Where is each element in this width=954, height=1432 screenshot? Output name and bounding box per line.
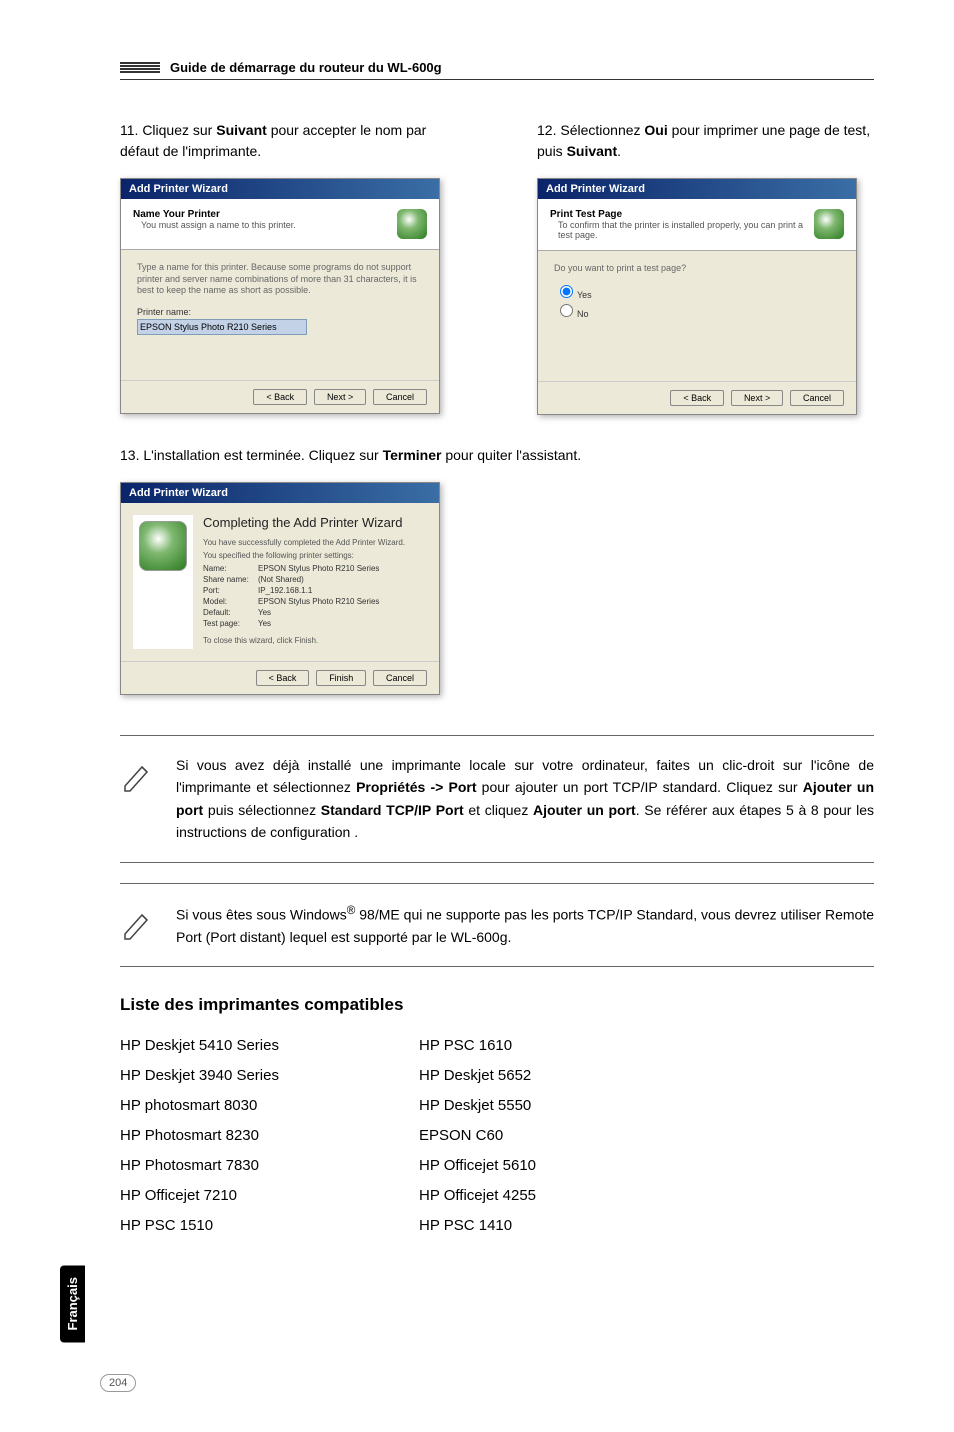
step-12: 12. Sélectionnez Oui pour imprimer une p…	[537, 120, 874, 162]
kv-model-k: Model:	[203, 597, 258, 606]
wizard2-q: Do you want to print a test page?	[554, 263, 840, 275]
wizard2-title: Add Printer Wizard	[538, 179, 856, 199]
wizard2-cancel-button[interactable]: Cancel	[790, 390, 844, 406]
wizard1-cancel-button[interactable]: Cancel	[373, 389, 427, 405]
wizard1-back-button[interactable]: < Back	[253, 389, 307, 405]
wizard3-big: Completing the Add Printer Wizard	[203, 515, 427, 530]
pencil-note-icon	[120, 758, 156, 794]
radio-no-label: No	[577, 309, 589, 319]
wizard3-title: Add Printer Wizard	[121, 483, 439, 503]
list-item: HP Deskjet 5652	[419, 1061, 536, 1091]
section-title: Liste des imprimantes compatibles	[120, 995, 874, 1015]
kv-port-v: IP_192.168.1.1	[258, 586, 312, 595]
step-12-pre: 12. Sélectionnez	[537, 122, 644, 138]
step-11-pre: 11. Cliquez sur	[120, 122, 216, 138]
wizard2-back-button[interactable]: < Back	[670, 390, 724, 406]
list-item: HP Deskjet 5410 Series	[120, 1031, 279, 1061]
step-13-pre: 13. L'installation est terminée. Cliquez…	[120, 447, 383, 463]
side-language-tab: Français	[60, 1265, 85, 1342]
kv-port-k: Port:	[203, 586, 258, 595]
printer-list: HP Deskjet 5410 Series HP Deskjet 3940 S…	[120, 1031, 874, 1241]
printer-col-right: HP PSC 1610 HP Deskjet 5652 HP Deskjet 5…	[419, 1031, 536, 1241]
list-item: HP Officejet 5610	[419, 1151, 536, 1181]
wizard-test-page: Add Printer Wizard Print Test Page To co…	[537, 178, 857, 415]
list-item: HP Deskjet 3940 Series	[120, 1061, 279, 1091]
step-13-bold: Terminer	[383, 447, 442, 463]
list-item: HP PSC 1410	[419, 1211, 536, 1241]
step-12-suf: .	[617, 143, 621, 159]
wizard3-para2: You specified the following printer sett…	[203, 551, 427, 560]
kv-name-k: Name:	[203, 564, 258, 573]
step-12-b2: Suivant	[567, 143, 618, 159]
note-2: Si vous êtes sous Windows® 98/ME qui ne …	[120, 883, 874, 967]
step-12-b1: Oui	[644, 122, 667, 138]
wizard3-back-button[interactable]: < Back	[256, 670, 310, 686]
kv-def-k: Default:	[203, 608, 258, 617]
step-11-bold: Suivant	[216, 122, 267, 138]
kv-test-k: Test page:	[203, 619, 258, 628]
list-item: HP PSC 1510	[120, 1211, 279, 1241]
pencil-note-icon	[120, 906, 156, 942]
kv-name-v: EPSON Stylus Photo R210 Series	[258, 564, 379, 573]
wizard-name-printer: Add Printer Wizard Name Your Printer You…	[120, 178, 440, 414]
wizard-complete: Add Printer Wizard Completing the Add Pr…	[120, 482, 440, 695]
header: Guide de démarrage du routeur du WL-600g	[120, 60, 874, 80]
list-item: HP Deskjet 5550	[419, 1091, 536, 1121]
page-number: 204	[100, 1374, 136, 1392]
radio-yes-label: Yes	[577, 290, 592, 300]
list-item: HP Photosmart 8230	[120, 1121, 279, 1151]
wizard3-close: To close this wizard, click Finish.	[203, 636, 427, 645]
kv-share-v: (Not Shared)	[258, 575, 304, 584]
step-13: 13. L'installation est terminée. Cliquez…	[120, 445, 874, 466]
list-item: HP photosmart 8030	[120, 1091, 279, 1121]
wizard1-next-button[interactable]: Next >	[314, 389, 366, 405]
wizard1-hdr: Name Your Printer	[133, 209, 397, 220]
printer-wizard-icon	[814, 209, 844, 239]
kv-share-k: Share name:	[203, 575, 258, 584]
radio-no[interactable]	[560, 304, 573, 317]
step-11: 11. Cliquez sur Suivant pour accepter le…	[120, 120, 457, 162]
wizard1-sub: You must assign a name to this printer.	[133, 220, 397, 230]
printer-name-input[interactable]	[137, 319, 307, 335]
printer-wizard-icon	[397, 209, 427, 239]
list-item: EPSON C60	[419, 1121, 536, 1151]
wizard2-hdr: Print Test Page	[550, 209, 814, 220]
kv-model-v: EPSON Stylus Photo R210 Series	[258, 597, 379, 606]
note-2-text: Si vous êtes sous Windows® 98/ME qui ne …	[176, 902, 874, 948]
wizard1-label: Printer name:	[137, 307, 423, 317]
list-item: HP PSC 1610	[419, 1031, 536, 1061]
wizard3-cancel-button[interactable]: Cancel	[373, 670, 427, 686]
wizard3-para1: You have successfully completed the Add …	[203, 538, 427, 547]
kv-test-v: Yes	[258, 619, 271, 628]
step-13-suf: pour quiter l'assistant.	[441, 447, 581, 463]
wizard2-next-button[interactable]: Next >	[731, 390, 783, 406]
radio-yes[interactable]	[560, 285, 573, 298]
list-item: HP Photosmart 7830	[120, 1151, 279, 1181]
header-title: Guide de démarrage du routeur du WL-600g	[170, 60, 442, 75]
wizard1-desc: Type a name for this printer. Because so…	[137, 262, 423, 297]
note-1: Si vous avez déjà installé une imprimant…	[120, 735, 874, 863]
list-item: HP Officejet 7210	[120, 1181, 279, 1211]
wizard1-title: Add Printer Wizard	[121, 179, 439, 199]
wizard3-finish-button[interactable]: Finish	[316, 670, 366, 686]
list-item: HP Officejet 4255	[419, 1181, 536, 1211]
wizard2-sub: To confirm that the printer is installed…	[550, 220, 814, 240]
printer-wizard-icon	[139, 521, 187, 571]
printer-col-left: HP Deskjet 5410 Series HP Deskjet 3940 S…	[120, 1031, 279, 1241]
header-stripes-icon	[120, 62, 160, 73]
note-1-text: Si vous avez déjà installé une imprimant…	[176, 754, 874, 844]
kv-def-v: Yes	[258, 608, 271, 617]
